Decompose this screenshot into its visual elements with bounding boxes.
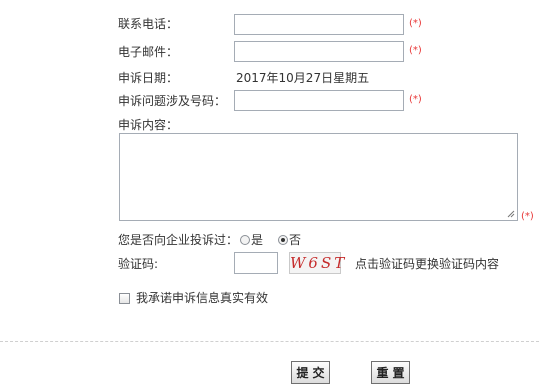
date-label: 申诉日期： [118,71,179,85]
captcha-hint: 点击验证码更换验证码内容 [355,257,500,271]
content-label: 申诉内容： [118,118,179,132]
issue-number-required-mark: (*) [409,94,422,105]
captcha-label: 验证码: [118,257,159,271]
content-required-mark: (*) [521,211,534,222]
resize-grip-icon[interactable] [507,210,515,218]
captcha-image[interactable]: W6ST [289,252,344,274]
radio-yes[interactable] [240,235,250,245]
phone-input[interactable] [234,14,404,35]
issue-number-label: 申诉问题涉及号码： [118,94,227,108]
promise-label[interactable]: 我承诺申诉信息真实有效 [136,291,268,305]
captcha-input[interactable] [234,252,278,274]
issue-number-input[interactable] [234,90,404,111]
date-value: 2017年10月27日星期五 [236,71,370,85]
reset-button[interactable]: 重置 [371,361,410,384]
email-required-mark: (*) [409,45,422,56]
radio-yes-label[interactable]: 是 [251,233,263,247]
content-textarea[interactable] [119,133,518,221]
form-divider [0,341,539,342]
radio-no[interactable] [278,235,288,245]
promise-checkbox[interactable] [119,293,130,304]
email-input[interactable] [234,41,404,62]
complaint-form-page: 联系电话： (*) 电子邮件： (*) 申诉日期： 2017年10月27日星期五… [0,0,539,387]
phone-required-mark: (*) [409,18,422,29]
email-label: 电子邮件： [118,45,179,59]
phone-label: 联系电话： [118,17,179,31]
submit-button[interactable]: 提交 [291,361,330,384]
radio-no-label[interactable]: 否 [289,233,301,247]
complained-label: 您是否向企业投诉过： [118,233,239,247]
